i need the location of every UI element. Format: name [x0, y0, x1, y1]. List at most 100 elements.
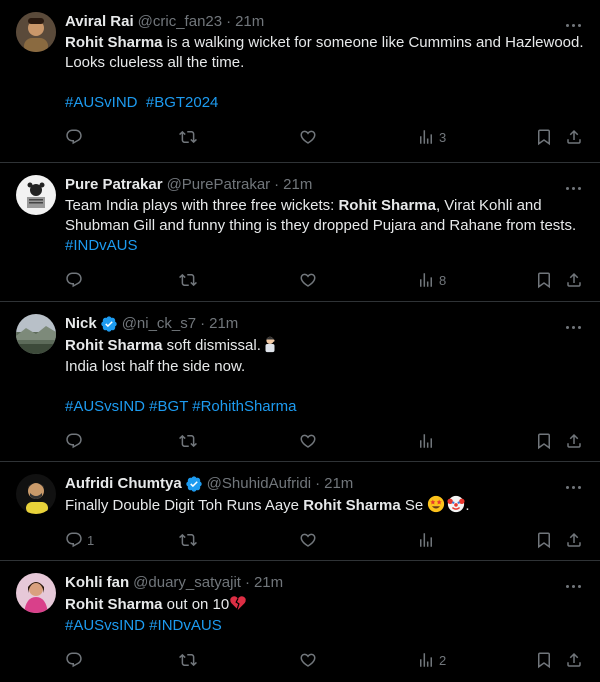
like-button[interactable]: [299, 531, 321, 549]
retweet-button[interactable]: [179, 531, 201, 549]
bookmark-button[interactable]: [535, 651, 553, 669]
star-struck-emoji-icon: [428, 495, 445, 513]
share-icon: [565, 128, 583, 146]
timestamp[interactable]: 21m: [254, 573, 283, 593]
timestamp[interactable]: 21m: [324, 474, 353, 494]
author-name[interactable]: Aufridi Chumtya: [65, 474, 182, 494]
timestamp[interactable]: 21m: [235, 12, 264, 32]
author-handle[interactable]: @duary_satyajit: [133, 573, 241, 593]
tweet[interactable]: Kohli fan @duary_satyajit · 21m Rohit Sh…: [0, 561, 600, 682]
views-icon: [417, 432, 435, 450]
more-icon[interactable]: [564, 478, 582, 496]
tweet[interactable]: Aviral Rai @cric_fan23 · 21m Rohit Sharm…: [0, 0, 600, 163]
like-button[interactable]: [299, 271, 321, 289]
tweet-actions: 1: [65, 520, 584, 560]
bold-mention: Rohit Sharma: [65, 337, 163, 354]
bookmark-icon: [535, 432, 553, 450]
share-button[interactable]: [565, 432, 583, 450]
separator-dot: ·: [274, 176, 280, 193]
hashtags[interactable]: #INDvAUS: [65, 237, 138, 254]
reply-button[interactable]: 1: [65, 531, 94, 549]
views-count: 8: [439, 272, 447, 288]
bookmark-button[interactable]: [535, 271, 553, 289]
reply-icon: [65, 651, 83, 669]
retweet-button[interactable]: [179, 271, 201, 289]
share-button[interactable]: [565, 651, 583, 669]
share-button[interactable]: [565, 531, 583, 549]
bookmark-button[interactable]: [535, 531, 553, 549]
share-button[interactable]: [565, 271, 583, 289]
verified-badge-icon: [100, 315, 118, 333]
bookmark-button[interactable]: [535, 432, 553, 450]
more-icon[interactable]: [564, 16, 582, 34]
author-handle[interactable]: @ShuhidAufridi: [207, 474, 311, 494]
retweet-button[interactable]: [179, 432, 201, 450]
author-name[interactable]: Pure Patrakar: [65, 175, 163, 195]
avatar[interactable]: [16, 573, 56, 613]
hashtags[interactable]: #AUSvsIND #BGT #RohithSharma: [65, 397, 584, 417]
author-handle[interactable]: @ni_ck_s7: [122, 314, 196, 334]
retweet-icon: [179, 271, 197, 289]
tweet-text: Finally Double Digit Toh Runs Aaye Rohit…: [65, 495, 584, 516]
bookmark-icon: [535, 651, 553, 669]
views-icon: [417, 531, 435, 549]
reply-icon: [65, 128, 83, 146]
more-icon[interactable]: [564, 318, 582, 336]
text-segment: out on 10: [162, 596, 230, 613]
views-button[interactable]: 2: [417, 651, 446, 669]
tweet-actions: 3: [65, 117, 584, 157]
tweet-header: Aufridi Chumtya @ShuhidAufridi · 21m: [65, 474, 584, 494]
views-button[interactable]: 8: [417, 271, 446, 289]
share-icon: [565, 531, 583, 549]
views-button[interactable]: 3: [417, 128, 446, 146]
tweet[interactable]: Pure Patrakar @PurePatrakar · 21m Team I…: [0, 163, 600, 302]
timestamp[interactable]: 21m: [209, 314, 238, 334]
views-button[interactable]: [417, 531, 439, 549]
tweet-header: Kohli fan @duary_satyajit · 21m: [65, 573, 584, 593]
author-name[interactable]: Kohli fan: [65, 573, 129, 593]
reply-button[interactable]: [65, 271, 87, 289]
retweet-button[interactable]: [179, 128, 201, 146]
like-button[interactable]: [299, 432, 321, 450]
avatar[interactable]: [16, 474, 56, 514]
avatar[interactable]: [16, 314, 56, 354]
author-handle[interactable]: @cric_fan23: [138, 12, 222, 32]
reply-button[interactable]: [65, 128, 87, 146]
reply-button[interactable]: [65, 651, 87, 669]
views-icon: [417, 128, 435, 146]
text-segment: soft dismissal.: [162, 337, 261, 354]
avatar[interactable]: [16, 12, 56, 52]
timestamp[interactable]: 21m: [283, 175, 312, 195]
tweet[interactable]: Nick @ni_ck_s7 · 21m Rohit Sharma soft d…: [0, 302, 600, 462]
more-icon[interactable]: [564, 577, 582, 595]
like-button[interactable]: [299, 128, 321, 146]
tweet-body: Aufridi Chumtya @ShuhidAufridi · 21m Fin…: [65, 474, 584, 560]
tweet-body: Pure Patrakar @PurePatrakar · 21m Team I…: [65, 175, 584, 301]
tweet-text: Rohit Sharma out on 10: [65, 594, 584, 615]
author-name[interactable]: Aviral Rai: [65, 12, 134, 32]
retweet-button[interactable]: [179, 651, 201, 669]
reply-icon: [65, 432, 83, 450]
bookmark-button[interactable]: [535, 128, 553, 146]
hashtags[interactable]: #AUSvsIND #INDvAUS: [65, 616, 584, 636]
timeline-feed: Aviral Rai @cric_fan23 · 21m Rohit Sharm…: [0, 0, 600, 682]
tweet-text: Rohit Sharma is a walking wicket for som…: [65, 33, 584, 73]
tweet-actions: 2: [65, 640, 584, 680]
text-segment: Se: [400, 497, 428, 514]
like-button[interactable]: [299, 651, 321, 669]
separator-dot: ·: [315, 475, 321, 492]
avatar[interactable]: [16, 175, 56, 215]
more-icon[interactable]: [564, 179, 582, 197]
tweet[interactable]: Aufridi Chumtya @ShuhidAufridi · 21m Fin…: [0, 462, 600, 561]
tweet-header: Pure Patrakar @PurePatrakar · 21m: [65, 175, 584, 195]
separator-dot: ·: [244, 574, 250, 591]
heart-icon: [299, 651, 317, 669]
reply-button[interactable]: [65, 432, 87, 450]
author-handle[interactable]: @PurePatrakar: [167, 175, 271, 195]
share-button[interactable]: [565, 128, 583, 146]
verified-badge-icon: [185, 475, 203, 493]
facepalm-emoji-icon: [265, 336, 275, 353]
author-name[interactable]: Nick: [65, 314, 97, 334]
views-button[interactable]: [417, 432, 439, 450]
hashtags[interactable]: #AUSvIND #BGT2024: [65, 93, 584, 113]
